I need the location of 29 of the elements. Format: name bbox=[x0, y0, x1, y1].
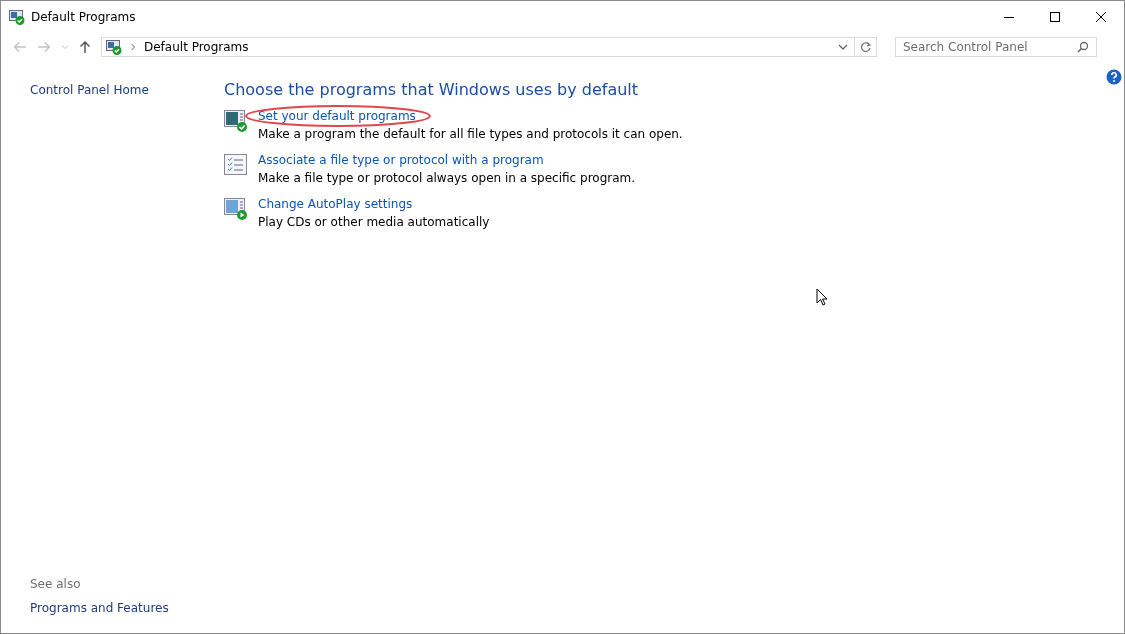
task-description: Make a program the default for all file types and protocols it can open. bbox=[258, 127, 683, 141]
maximize-icon[interactable] bbox=[1049, 10, 1061, 23]
window-title: Default Programs bbox=[31, 9, 136, 24]
chevron-down-icon[interactable] bbox=[838, 44, 848, 50]
checklist-icon bbox=[224, 153, 248, 177]
help-button[interactable] bbox=[1106, 69, 1122, 85]
up-arrow-icon[interactable] bbox=[79, 40, 91, 54]
chevron-right-icon bbox=[130, 43, 136, 51]
mouse-pointer-icon bbox=[816, 288, 828, 306]
search-field[interactable]: Search Control Panel bbox=[895, 37, 1097, 57]
breadcrumb-item[interactable]: Default Programs bbox=[144, 40, 249, 54]
close-icon[interactable] bbox=[1095, 10, 1107, 23]
window-check-icon bbox=[106, 39, 122, 55]
page-heading: Choose the programs that Windows uses by default bbox=[224, 80, 640, 99]
search-icon bbox=[1077, 41, 1089, 53]
help-icon bbox=[1106, 69, 1122, 85]
window-check-icon bbox=[9, 8, 25, 25]
programs-link[interactable]: Programs and Features bbox=[30, 601, 169, 615]
refresh-icon bbox=[859, 41, 872, 53]
control-panel-home-link[interactable]: Control Panel Home bbox=[30, 83, 149, 97]
play-window-icon bbox=[224, 197, 248, 221]
see-also-heading: See also bbox=[30, 577, 81, 591]
task-link[interactable]: Change AutoPlay settings bbox=[258, 197, 413, 211]
address-bar[interactable]: Default Programs bbox=[101, 37, 855, 57]
refresh-button[interactable] bbox=[855, 37, 877, 57]
window-check-icon bbox=[224, 109, 248, 133]
task-description: Play CDs or other media automatically bbox=[258, 215, 490, 229]
task-description: Make a file type or protocol always open in a specific program. bbox=[258, 171, 636, 185]
task-link[interactable]: Associate a file type or protocol with a program bbox=[258, 153, 544, 167]
